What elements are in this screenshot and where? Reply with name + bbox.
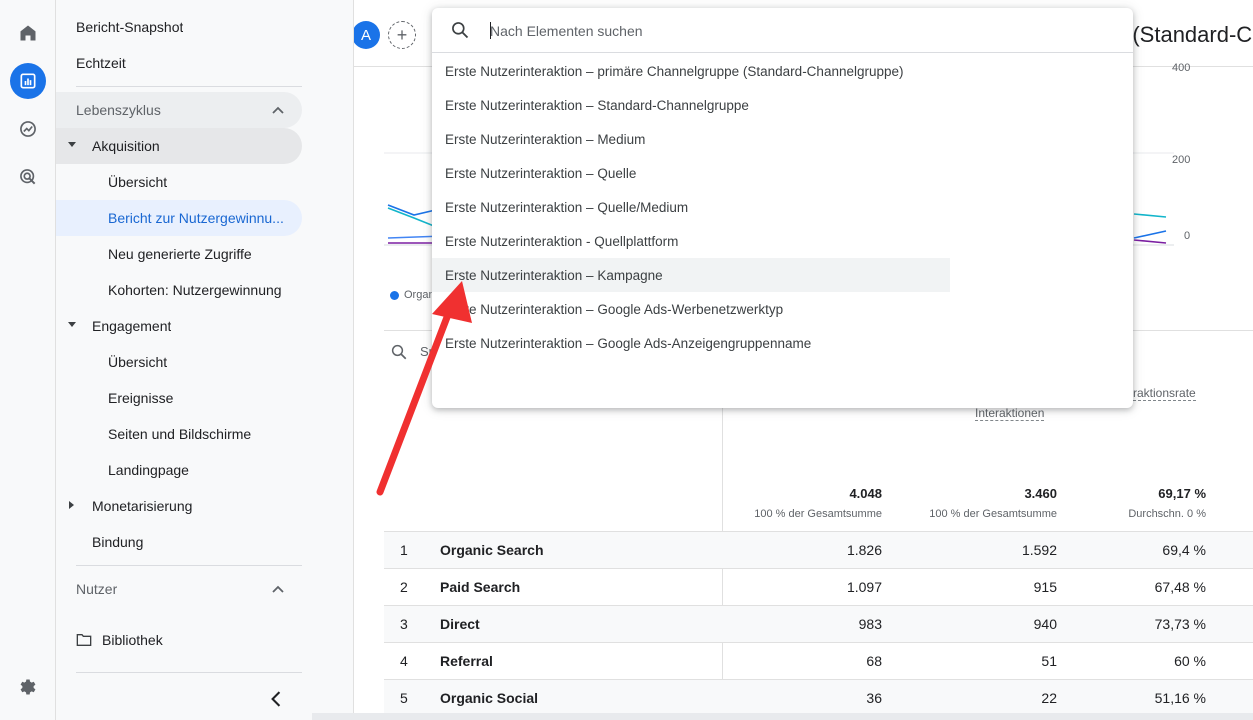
dropdown-option[interactable]: Erste Nutzerinteraktion – Google Ads-Wer… [432,292,950,326]
home-icon [20,25,36,41]
search-icon [452,22,469,39]
nav-library[interactable]: Bibliothek [56,622,302,658]
divider [76,672,302,673]
y-axis-tick: 0 [1184,230,1191,242]
text-cursor [490,22,491,39]
nav-landing-page[interactable]: Landingpage [56,452,302,488]
column-header-interaction-rate[interactable]: raktionsrate [1133,386,1196,401]
chevron-up-icon [272,106,284,114]
nav-acquisition-cohorts[interactable]: Kohorten: Nutzergewinnung [56,272,302,308]
caret-down-icon [68,142,76,147]
comparison-avatar[interactable]: A [354,21,380,49]
dropdown-option[interactable]: Erste Nutzerinteraktion – Medium [432,122,950,156]
total-rate: 69,17 % [1158,486,1206,501]
icon-rail [0,0,56,720]
report-navigation: Bericht-Snapshot Echtzeit Lebenszyklus A… [56,0,354,720]
table-row[interactable]: 2 Paid Search 1.097 915 67,48 % [384,568,1253,605]
dropdown-option[interactable]: Erste Nutzerinteraktion – Standard-Chann… [432,88,950,122]
caret-down-icon [68,322,76,327]
settings-button[interactable] [10,669,46,705]
divider [76,565,302,566]
total-users: 4.048 [849,486,882,501]
table-row[interactable]: 1 Organic Search 1.826 1.592 69,4 % [384,531,1253,568]
chart-line-series-5 [1133,213,1167,218]
caret-right-icon [69,501,74,509]
table-row[interactable]: 3 Direct 983 940 73,73 % [384,605,1253,642]
dropdown-option[interactable]: Erste Nutzerinteraktion – Quelle [432,156,950,190]
collapse-chevron-left-icon[interactable] [270,691,282,707]
nav-traffic-acquisition[interactable]: Neu generierte Zugriffe [56,236,302,272]
dimension-picker-dropdown: Erste Nutzerinteraktion – primäre Channe… [432,8,1133,408]
reports-icon [20,73,36,89]
chevron-up-icon [272,585,284,593]
divider [76,86,302,87]
home-button[interactable] [10,15,46,51]
table-row[interactable]: 5 Organic Social 36 22 51,16 % [384,679,1253,716]
dropdown-option-campaign[interactable]: Erste Nutzerinteraktion – Kampagne [432,258,950,292]
nav-retention[interactable]: Bindung [56,524,302,560]
dropdown-option[interactable]: Erste Nutzerinteraktion – Quelle/Medium [432,190,950,224]
dropdown-search [432,8,1133,53]
total-sessions-sub: 100 % der Gesamtsumme [929,508,1057,520]
nav-engagement-overview[interactable]: Übersicht [56,344,302,380]
table-row[interactable]: 4 Referral 68 51 60 % [384,642,1253,679]
total-sessions: 3.460 [1024,486,1057,501]
explore-button[interactable] [10,111,46,147]
advertising-icon [20,169,36,185]
nav-section-lifecycle[interactable]: Lebenszyklus [56,92,302,128]
advertising-button[interactable] [10,159,46,195]
nav-group-acquisition[interactable]: Akquisition [56,128,302,164]
nav-report-snapshot[interactable]: Bericht-Snapshot [56,9,302,45]
dropdown-option[interactable]: Erste Nutzerinteraktion – Google Ads-Anz… [432,326,950,360]
column-header-interactions[interactable]: Interaktionen [975,406,1045,421]
nav-group-monetization[interactable]: Monetarisierung [56,488,302,524]
reports-button[interactable] [10,63,46,99]
page-title: e (Standard-C [1114,22,1253,47]
nav-section-users[interactable]: Nutzer [56,571,302,607]
chart-line-series-7 [1133,239,1167,244]
dropdown-search-input[interactable] [490,18,1110,44]
nav-user-acquisition-report[interactable]: Bericht zur Nutzergewinnu... [56,200,302,236]
dropdown-option[interactable]: Erste Nutzerinteraktion – primäre Channe… [432,54,950,88]
nav-realtime[interactable]: Echtzeit [56,45,302,81]
y-axis-tick: 200 [1172,154,1191,166]
horizontal-scrollbar[interactable] [312,713,1253,720]
add-comparison-button[interactable]: + [388,21,416,49]
total-rate-sub: Durchschn. 0 % [1128,508,1206,520]
chart-line-series-6 [1133,230,1167,239]
legend-marker [390,291,399,300]
total-users-sub: 100 % der Gesamtsumme [754,508,882,520]
search-icon [391,344,407,360]
nav-events[interactable]: Ereignisse [56,380,302,416]
legend-label[interactable]: Organ [404,289,435,301]
folder-icon [76,634,92,646]
nav-group-engagement[interactable]: Engagement [56,308,302,344]
explore-icon [20,121,36,137]
nav-acquisition-overview[interactable]: Übersicht [56,164,302,200]
gear-icon [20,679,36,695]
y-axis-tick: 400 [1172,62,1191,74]
nav-pages-screens[interactable]: Seiten und Bildschirme [56,416,302,452]
dropdown-option[interactable]: Erste Nutzerinteraktion - Quellplattform [432,224,950,258]
